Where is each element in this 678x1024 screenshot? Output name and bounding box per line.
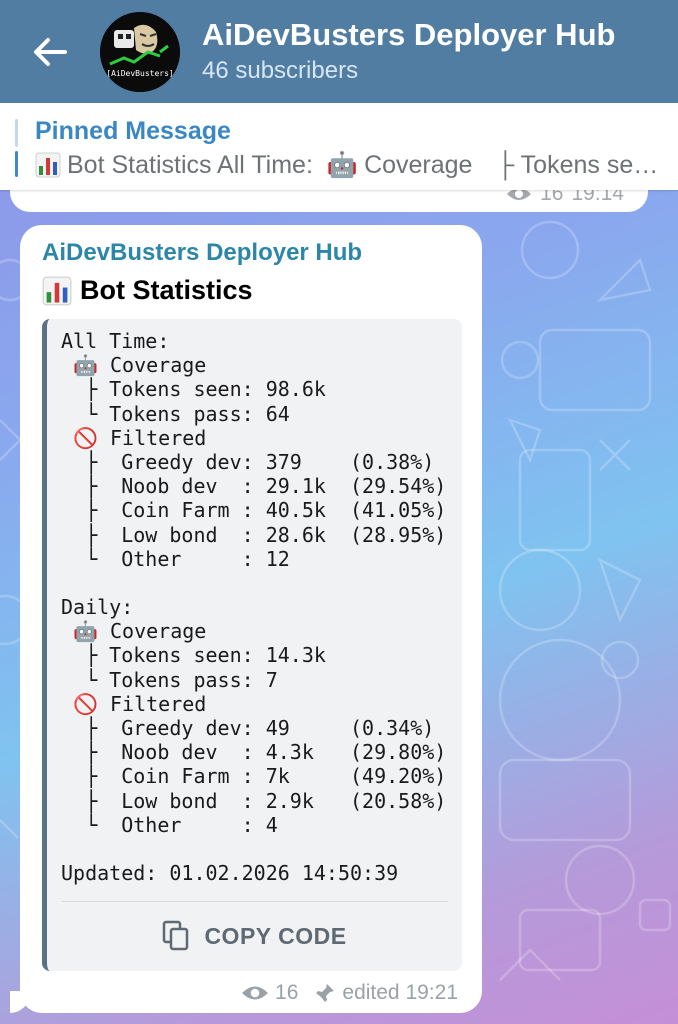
copy-icon xyxy=(163,920,189,951)
pinned-message-bar[interactable]: Pinned Message Bot Statistics All Time: … xyxy=(0,103,678,190)
copy-code-label: COPY CODE xyxy=(204,922,347,949)
bar-chart-icon xyxy=(42,276,72,305)
channel-title: AiDevBusters Deployer Hub xyxy=(202,16,616,52)
eye-icon xyxy=(242,986,268,1000)
avatar-logo-text: [AiDevBusters] xyxy=(106,68,174,78)
code-line: Daily: xyxy=(61,595,134,620)
code-line: └ Other : 12 xyxy=(61,546,290,571)
message-bubble[interactable]: AiDevBusters Deployer Hub Bot Statistics… xyxy=(20,225,482,1013)
message-sender[interactable]: AiDevBusters Deployer Hub xyxy=(42,239,362,267)
robot-icon: 🤖 xyxy=(326,150,359,179)
code-line: All Time: xyxy=(61,329,170,353)
pinned-preview: Bot Statistics All Time: 🤖 Coverage ├ To… xyxy=(35,150,658,180)
message-heading: Bot Statistics xyxy=(42,275,253,306)
message-meta: 16 edited 19:21 xyxy=(241,981,458,1005)
pin-icon xyxy=(316,984,335,1002)
chat-header: [AiDevBusters] AiDevBusters Deployer Hub… xyxy=(0,0,678,103)
code-line: 🚫 Filtered xyxy=(61,425,207,450)
code-line: └ Other : 4 xyxy=(61,812,278,837)
pin-indicator-inactive xyxy=(15,119,18,147)
code-line: ├ Coin Farm : 7k (49.20%) xyxy=(61,764,447,789)
pinned-title: Pinned Message xyxy=(35,117,231,145)
code-line: ├ Tokens seen: 98.6k xyxy=(61,377,326,402)
message-heading-text: Bot Statistics xyxy=(80,275,253,305)
pinned-text-coverage: Coverage xyxy=(364,150,473,179)
code-line: ├ Greedy dev: 379 (0.38%) xyxy=(61,449,435,474)
pinned-text-prefix: Bot Statistics All Time: xyxy=(67,150,313,179)
code-divider xyxy=(61,901,448,902)
message-edited-time: edited 19:21 xyxy=(342,981,458,1004)
back-button[interactable] xyxy=(0,0,100,103)
channel-avatar[interactable]: [AiDevBusters] xyxy=(100,11,180,92)
code-line: 🤖 Coverage xyxy=(61,353,207,378)
code-line: ├ Noob dev : 29.1k (29.54%) xyxy=(61,474,447,499)
copy-code-button[interactable]: COPY CODE xyxy=(47,909,462,963)
header-info[interactable]: AiDevBusters Deployer Hub 46 subscribers xyxy=(202,17,615,87)
pin-indicator-active xyxy=(15,151,18,177)
bar-chart-icon xyxy=(35,152,61,178)
hacker-mask-logo-icon xyxy=(100,11,180,92)
pinned-text-tail: ├ Tokens se… xyxy=(496,150,659,179)
subscriber-count: 46 subscribers xyxy=(202,56,359,84)
code-line: ├ Low bond : 2.9k (20.58%) xyxy=(61,788,447,813)
code-line: 🚫 Filtered xyxy=(61,691,207,716)
message-views: 16 xyxy=(275,981,299,1004)
code-line: Updated: 01.02.2026 14:50:39 xyxy=(61,861,399,886)
code-block[interactable]: All Time: 🤖 Coverage ├ Tokens seen: 98.6… xyxy=(42,319,462,971)
code-line: ├ Noob dev : 4.3k (29.80%) xyxy=(61,740,447,765)
code-line: └ Tokens pass: 64 xyxy=(61,401,290,426)
arrow-left-icon xyxy=(34,37,67,66)
code-line: ├ Greedy dev: 49 (0.34%) xyxy=(61,716,435,740)
code-line: ├ Low bond : 28.6k (28.95%) xyxy=(61,522,447,547)
code-lines: All Time: 🤖 Coverage ├ Tokens seen: 98.6… xyxy=(61,329,446,885)
code-line: └ Tokens pass: 7 xyxy=(61,667,278,692)
code-line: ├ Coin Farm : 40.5k (41.05%) xyxy=(61,498,447,523)
code-line: ├ Tokens seen: 14.3k xyxy=(61,643,326,668)
code-line: 🤖 Coverage xyxy=(61,619,207,644)
